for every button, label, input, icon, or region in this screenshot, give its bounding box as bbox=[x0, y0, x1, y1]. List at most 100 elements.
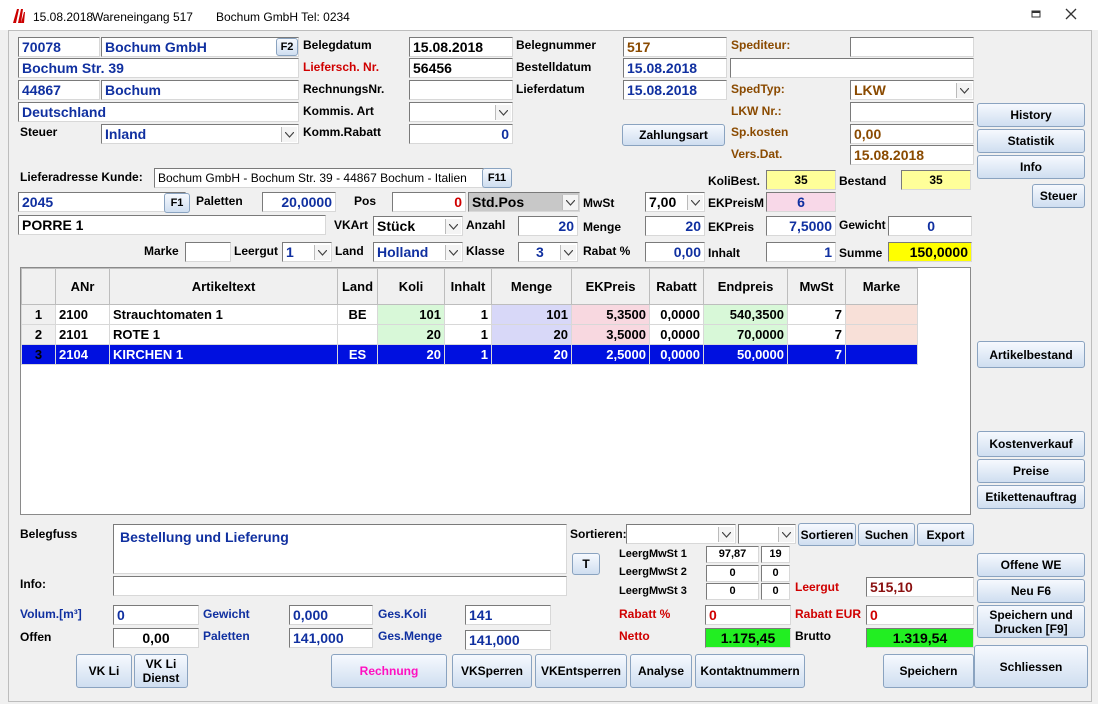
artikelnr-field[interactable]: 2045 bbox=[18, 192, 186, 212]
rabattp-field[interactable]: 0 bbox=[705, 605, 791, 625]
f2-button[interactable]: F2 bbox=[276, 38, 298, 56]
table-cell-inhalt[interactable]: 1 bbox=[444, 304, 492, 325]
schliessen-button[interactable]: Schliessen bbox=[974, 645, 1088, 688]
belegdatum-field[interactable]: 15.08.2018 bbox=[409, 37, 513, 57]
export-button[interactable]: Export bbox=[917, 523, 974, 546]
column-header-index[interactable] bbox=[21, 268, 56, 305]
table-cell-mwst[interactable]: 7 bbox=[787, 324, 846, 345]
street-field[interactable]: Bochum Str. 39 bbox=[18, 58, 299, 78]
table-cell-mwst[interactable]: 7 bbox=[787, 304, 846, 325]
zahlungsart-button[interactable]: Zahlungsart bbox=[622, 124, 725, 146]
table-cell-marke[interactable] bbox=[845, 324, 918, 345]
rechnungsnr-field[interactable] bbox=[409, 80, 513, 100]
chevron-down-icon[interactable] bbox=[560, 245, 576, 260]
speichern-button[interactable]: Speichern bbox=[883, 654, 974, 688]
info-field[interactable] bbox=[113, 576, 567, 596]
table-cell-rabatt[interactable]: 0,0000 bbox=[649, 324, 704, 345]
chevron-down-icon[interactable] bbox=[778, 527, 794, 542]
rabatteur-field[interactable]: 0 bbox=[866, 605, 974, 625]
chevron-down-icon[interactable] bbox=[718, 527, 734, 542]
vk-li-button[interactable]: VK Li bbox=[76, 654, 132, 688]
liefersch-field[interactable]: 56456 bbox=[409, 58, 513, 78]
table-cell-index[interactable]: 1 bbox=[21, 304, 56, 325]
table-cell-rabatt[interactable]: 0,0000 bbox=[649, 344, 704, 365]
table-cell-marke[interactable] bbox=[845, 304, 918, 325]
f1-button[interactable]: F1 bbox=[164, 193, 190, 213]
belegnummer-field[interactable]: 517 bbox=[623, 37, 727, 57]
rabatt-field[interactable]: 0,00 bbox=[645, 242, 705, 262]
klasse-select[interactable]: 3 bbox=[518, 242, 578, 262]
stdpos-select[interactable]: Std.Pos bbox=[468, 192, 580, 212]
table-cell-land[interactable] bbox=[337, 324, 378, 345]
restore-icon[interactable] bbox=[1030, 8, 1042, 20]
chevron-down-icon[interactable] bbox=[956, 83, 972, 98]
table-cell-anr[interactable]: 2101 bbox=[55, 324, 110, 345]
suchen-button[interactable]: Suchen bbox=[858, 523, 915, 546]
rechnung-button[interactable]: Rechnung bbox=[331, 654, 447, 688]
spkosten-field[interactable]: 0,00 bbox=[850, 124, 974, 144]
spediteur-field[interactable] bbox=[850, 37, 974, 57]
customer-name-field[interactable]: Bochum GmbH bbox=[101, 37, 299, 57]
lkwnr-field[interactable] bbox=[850, 102, 974, 122]
versdat-field[interactable]: 15.08.2018 bbox=[850, 145, 974, 165]
table-cell-artikeltext[interactable]: ROTE 1 bbox=[109, 324, 338, 345]
kommrabatt-field[interactable]: 0 bbox=[409, 124, 513, 144]
close-icon[interactable] bbox=[1065, 8, 1077, 20]
vkart-select[interactable]: Stück bbox=[373, 216, 463, 236]
sortieren-select-2[interactable] bbox=[738, 524, 796, 544]
spedtyp-select[interactable]: LKW bbox=[850, 80, 974, 100]
vksperren-button[interactable]: VKSperren bbox=[452, 654, 532, 688]
table-row[interactable]: 1 2100 Strauchtomaten 1 BE 101 1 101 5,3500 0,00… bbox=[21, 304, 918, 325]
column-header-artikeltext[interactable]: Artikeltext bbox=[109, 268, 338, 305]
table-row[interactable]: 2 2101 ROTE 1 20 1 20 3,5000 0,0000 70,0000 7 bbox=[21, 324, 918, 345]
table-cell-menge[interactable]: 20 bbox=[491, 324, 572, 345]
sortieren-button[interactable]: Sortieren bbox=[798, 523, 856, 546]
table-cell-rabatt[interactable]: 0,0000 bbox=[649, 304, 704, 325]
column-header-menge[interactable]: Menge bbox=[491, 268, 572, 305]
chevron-down-icon[interactable] bbox=[687, 195, 703, 210]
table-cell-koli[interactable]: 101 bbox=[377, 304, 445, 325]
table-row[interactable]: 3 2104 KIRCHEN 1 ES 20 1 20 2,5000 0,0000 50,0000… bbox=[21, 344, 918, 365]
vk-li-dienst-button[interactable]: VK Li Dienst bbox=[134, 654, 188, 688]
table-cell-inhalt[interactable]: 1 bbox=[444, 344, 492, 365]
table-cell-land[interactable]: ES bbox=[337, 344, 378, 365]
statistik-button[interactable]: Statistik bbox=[977, 129, 1085, 153]
table-cell-index[interactable]: 3 bbox=[21, 344, 56, 365]
column-header-koli[interactable]: Koli bbox=[377, 268, 445, 305]
gewicht-field[interactable]: 0 bbox=[888, 216, 972, 236]
column-header-mwst[interactable]: MwSt bbox=[787, 268, 846, 305]
table-cell-artikeltext[interactable]: Strauchtomaten 1 bbox=[109, 304, 338, 325]
menge-field[interactable]: 20 bbox=[645, 216, 705, 236]
pos-field[interactable]: 0 bbox=[392, 192, 466, 212]
bestelldatum-field[interactable]: 15.08.2018 bbox=[623, 58, 727, 78]
chevron-down-icon[interactable] bbox=[562, 195, 578, 210]
table-cell-ekpreis[interactable]: 3,5000 bbox=[571, 324, 650, 345]
table-cell-endpreis[interactable]: 70,0000 bbox=[703, 324, 788, 345]
table-cell-koli[interactable]: 20 bbox=[377, 344, 445, 365]
table-cell-land[interactable]: BE bbox=[337, 304, 378, 325]
table-cell-koli[interactable]: 20 bbox=[377, 324, 445, 345]
table-cell-artikeltext[interactable]: KIRCHEN 1 bbox=[109, 344, 338, 365]
column-header-marke[interactable]: Marke bbox=[845, 268, 918, 305]
sortieren-select-1[interactable] bbox=[626, 524, 736, 544]
kontaktnummern-button[interactable]: Kontaktnummern bbox=[695, 654, 805, 688]
table-cell-inhalt[interactable]: 1 bbox=[444, 324, 492, 345]
chevron-down-icon[interactable] bbox=[445, 219, 461, 234]
mwst-select[interactable]: 7,00 bbox=[645, 192, 705, 212]
zip-field[interactable]: 44867 bbox=[18, 80, 100, 100]
kommis-select[interactable] bbox=[409, 102, 513, 122]
etikettenauftrag-button[interactable]: Etikettenauftrag bbox=[977, 485, 1085, 509]
leergut-select[interactable]: 1 bbox=[282, 242, 332, 262]
analyse-button[interactable]: Analyse bbox=[630, 654, 692, 688]
table-cell-menge[interactable]: 101 bbox=[491, 304, 572, 325]
offene-we-button[interactable]: Offene WE bbox=[977, 553, 1085, 577]
info-button[interactable]: Info bbox=[977, 155, 1085, 179]
artikelbestand-button[interactable]: Artikelbestand bbox=[977, 341, 1085, 368]
inhalt-field[interactable]: 1 bbox=[766, 242, 836, 262]
ekpreis-field[interactable]: 7,5000 bbox=[766, 216, 836, 236]
t-button[interactable]: T bbox=[572, 553, 600, 575]
anzahl-field[interactable]: 20 bbox=[518, 216, 578, 236]
column-header-inhalt[interactable]: Inhalt bbox=[444, 268, 492, 305]
table-cell-endpreis[interactable]: 50,0000 bbox=[703, 344, 788, 365]
table-cell-index[interactable]: 2 bbox=[21, 324, 56, 345]
